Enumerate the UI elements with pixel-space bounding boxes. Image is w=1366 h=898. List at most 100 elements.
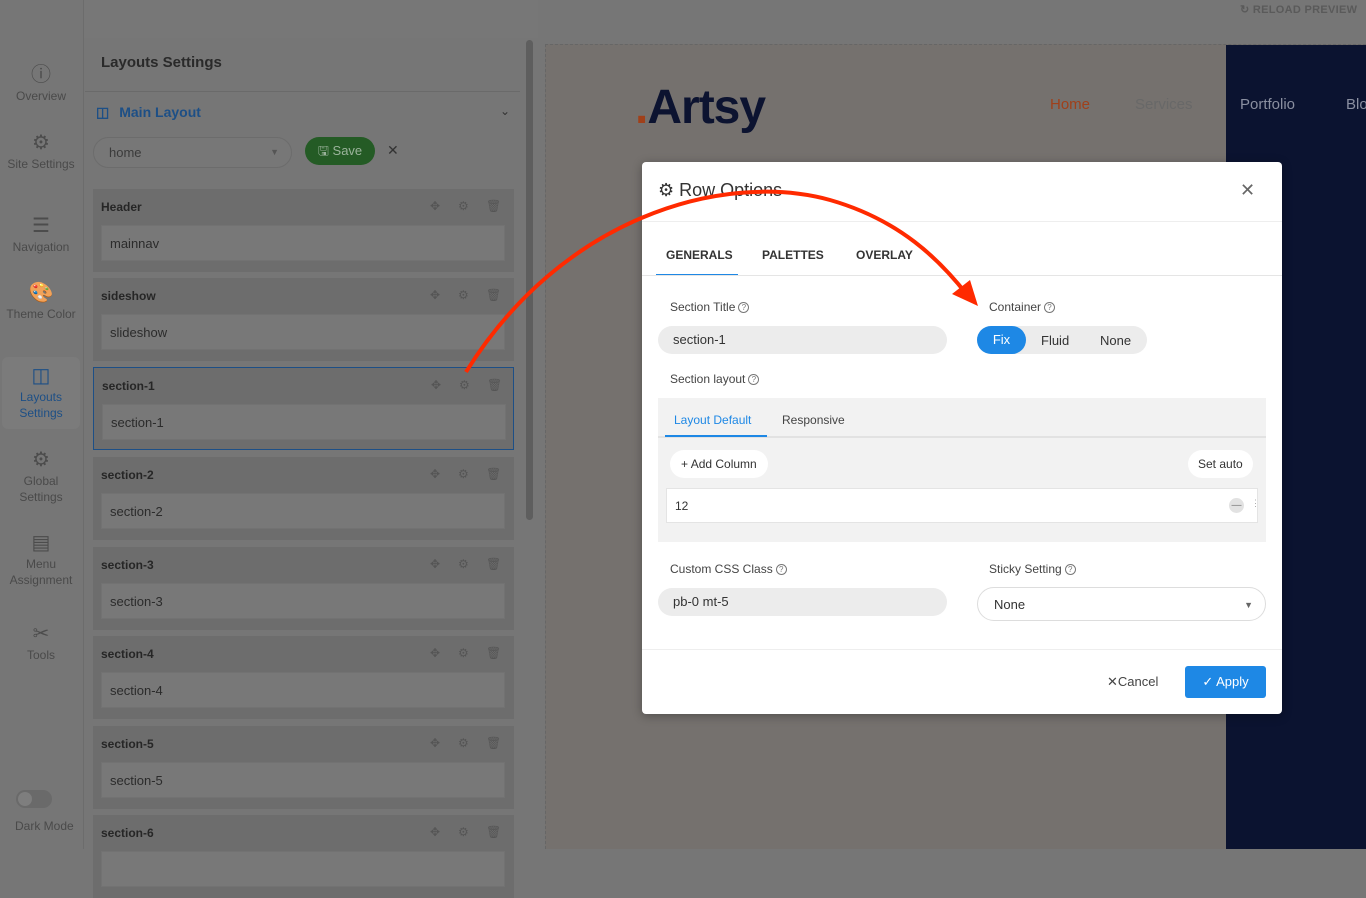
sidebar-rail: ⓘ Overview ⚙ Site Settings ☰ Navigation 🎨 Th… [0,0,84,849]
section-card-value[interactable] [101,851,505,887]
gear-icon[interactable]: ⚙ [458,736,469,750]
section-card[interactable]: section-3 ✥ ⚙ 🗑 section-3 [93,547,514,630]
plus-icon: + [681,457,691,471]
section-card-value[interactable]: slideshow [101,314,505,350]
rail-item-navigation[interactable]: ☰ Navigation [2,213,80,255]
container-label: Container? [989,300,1056,314]
add-column-button[interactable]: + Add Column [670,450,768,478]
container-fix[interactable]: Fix [977,326,1026,354]
sticky-setting-label: Sticky Setting? [989,562,1076,576]
trash-icon[interactable]: 🗑 [486,288,501,302]
section-card-title: section-5 [101,737,154,751]
section-card-value[interactable]: section-2 [101,493,505,529]
rail-item-menu-assignment[interactable]: ▤ Menu Assignment [2,530,80,588]
layout-box: Layout Default Responsive + Add Column S… [658,398,1266,542]
check-icon: ✓ [1202,674,1217,689]
section-card-title: section-2 [101,468,154,482]
section-card-value[interactable]: section-1 [102,404,506,440]
help-icon: ? [1044,302,1056,313]
main-layout-header[interactable]: ◫ Main Layout [96,104,201,121]
section-card[interactable]: section-5 ✥ ⚙ 🗑 section-5 [93,726,514,809]
nav-services[interactable]: Services [1135,96,1193,113]
move-icon[interactable]: ✥ [430,825,440,839]
gear-icon[interactable]: ⚙ [458,467,469,481]
rail-item-global-settings[interactable]: ⚙ Global Settings [2,447,80,505]
move-icon[interactable]: ✥ [430,646,440,660]
modal-title: ⚙ Row Options [658,180,783,200]
move-icon[interactable]: ✥ [430,199,440,213]
apply-button[interactable]: ✓ Apply [1185,666,1266,698]
container-fluid[interactable]: Fluid [1041,333,1069,348]
gear-icon[interactable]: ⚙ [458,199,469,213]
section-card-value[interactable]: mainnav [101,225,505,261]
save-button[interactable]: 🖫 Save [305,137,375,165]
section-card-value[interactable]: section-4 [101,672,505,708]
gear-icon[interactable]: ⚙ [458,825,469,839]
trash-icon[interactable]: 🗑 [486,467,501,481]
chevron-down-icon[interactable]: ⌄ [500,104,510,118]
tab-palettes[interactable]: PALETTES [762,248,824,262]
gear-icon[interactable]: ⚙ [459,378,470,392]
scrollbar[interactable] [526,40,533,520]
trash-icon[interactable]: 🗑 [486,557,501,571]
move-icon[interactable]: ✥ [430,557,440,571]
move-icon[interactable]: ✥ [430,736,440,750]
rail-item-tools[interactable]: ✂ Tools [2,621,80,663]
rail-item-site-settings[interactable]: ⚙ Site Settings [2,130,80,172]
help-icon: ? [748,374,760,385]
section-card[interactable]: section-1 ✥ ⚙ 🗑 section-1 [93,367,514,450]
rail-item-theme-color[interactable]: 🎨 Theme Color [2,280,80,322]
gear-icon[interactable]: ⚙ [458,288,469,302]
column-item[interactable]: 12 — ⋮ [666,488,1260,523]
modal-close-icon[interactable]: ✕ [1240,180,1255,201]
section-card[interactable]: section-4 ✥ ⚙ 🗑 section-4 [93,636,514,719]
section-card-title: Header [101,200,142,214]
cancel-button[interactable]: ✕Cancel [1107,674,1158,690]
gear-icon[interactable]: ⚙ [458,557,469,571]
trash-icon[interactable]: 🗑 [486,736,501,750]
nav-home[interactable]: Home [1050,96,1090,113]
gear-icon[interactable]: ⚙ [458,646,469,660]
section-card-title: section-1 [102,379,155,393]
container-none[interactable]: None [1100,333,1131,348]
trash-icon[interactable]: 🗑 [486,825,501,839]
section-card-title: section-3 [101,558,154,572]
tab-generals[interactable]: GENERALS [666,248,733,262]
move-icon[interactable]: ✥ [430,467,440,481]
section-card[interactable]: section-2 ✥ ⚙ 🗑 section-2 [93,457,514,540]
set-auto-button[interactable]: Set auto [1188,450,1253,478]
section-card[interactable]: Header ✥ ⚙ 🗑 mainnav [93,189,514,272]
palette-icon: 🎨 [28,282,54,304]
remove-column-icon[interactable]: — [1229,498,1244,513]
gear-icon: ⚙ [32,132,50,154]
section-card[interactable]: sideshow ✥ ⚙ 🗑 slideshow [93,278,514,361]
tab-overlay[interactable]: OVERLAY [856,248,913,262]
drag-handle-icon[interactable]: ⋮ [1251,498,1260,509]
layout-icon: ◫ [96,104,110,120]
rail-item-layouts-settings[interactable]: ◫ Layouts Settings [2,357,80,429]
tab-layout-default[interactable]: Layout Default [674,413,751,427]
nav-portfolio[interactable]: Portfolio [1240,96,1295,113]
container-toggle: Fix Fluid None [977,326,1147,354]
nav-blog[interactable]: Blo [1346,96,1366,113]
close-icon[interactable]: ✕ [387,142,399,159]
dark-mode-toggle[interactable] [16,790,52,808]
trash-icon[interactable]: 🗑 [486,646,501,660]
menu-icon: ☰ [32,215,50,237]
section-card[interactable]: section-6 ✥ ⚙ 🗑 [93,815,514,898]
rail-item-overview[interactable]: ⓘ Overview [2,62,80,104]
gears-icon: ⚙ [32,449,50,471]
layout-select[interactable]: home ▼ [93,137,292,168]
section-card-value[interactable]: section-5 [101,762,505,798]
section-card-value[interactable]: section-3 [101,583,505,619]
move-icon[interactable]: ✥ [431,378,441,392]
trash-icon[interactable]: 🗑 [487,378,502,392]
tab-responsive[interactable]: Responsive [782,413,845,427]
css-class-input[interactable]: pb-0 mt-5 [658,588,947,616]
trash-icon[interactable]: 🗑 [486,199,501,213]
move-icon[interactable]: ✥ [430,288,440,302]
reload-preview-button[interactable]: ↻ RELOAD PREVIEW [1240,3,1357,16]
sticky-setting-select[interactable]: None ▼ [977,587,1266,621]
gear-icon: ⚙ [658,180,680,200]
section-title-input[interactable]: section-1 [658,326,947,354]
